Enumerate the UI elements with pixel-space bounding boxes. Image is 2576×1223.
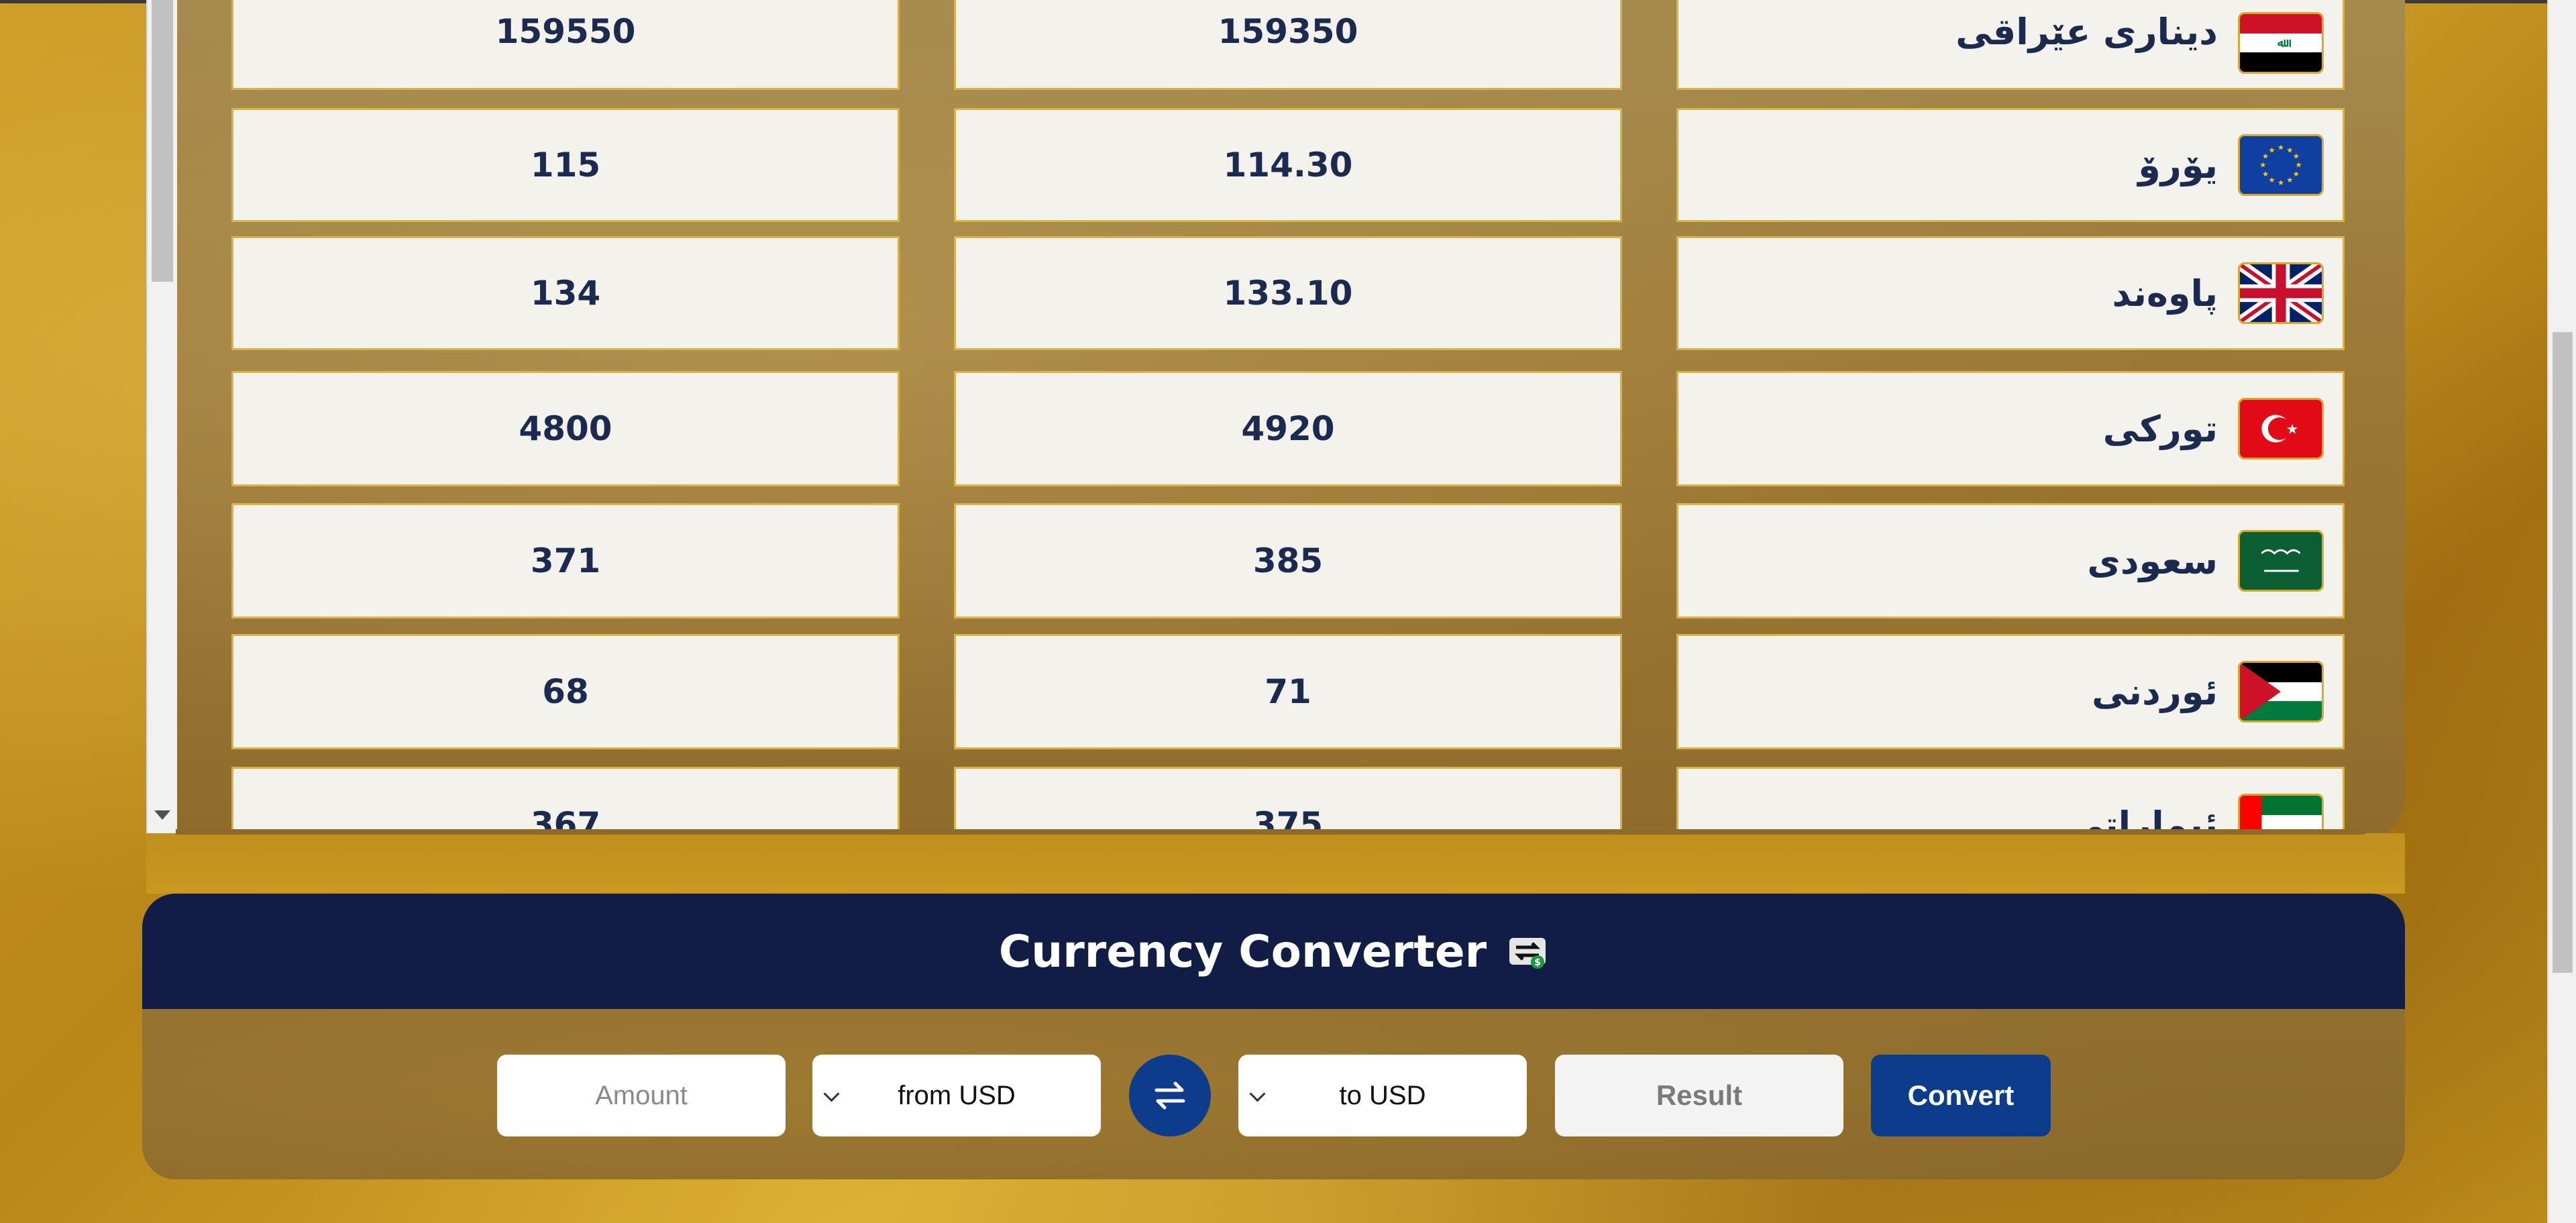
currency-name: سعودی <box>2087 539 2218 582</box>
currency-cell: پاوەند <box>1676 236 2345 350</box>
exchange-icon: $ <box>1507 933 1548 970</box>
currency-name: یۆرۆ <box>2138 144 2218 187</box>
svg-text:★: ★ <box>2293 169 2300 178</box>
currency-cell: ئوردنی <box>1676 634 2345 749</box>
converter-header: Currency Converter $ <box>142 894 2405 1009</box>
currency-cell: سعودی <box>1676 503 2345 619</box>
from-currency-select[interactable]: from USD <box>812 1055 1101 1136</box>
buy-rate-cell: 385 <box>954 503 1622 619</box>
saudi-flag-icon <box>2238 530 2324 592</box>
svg-text:$: $ <box>1534 957 1541 968</box>
turkey-flag-icon: ★ <box>2238 398 2324 460</box>
currency-name: تورکی <box>2102 407 2218 450</box>
svg-text:★: ★ <box>2269 145 2275 154</box>
rates-scrollbar[interactable] <box>146 0 177 833</box>
amount-input[interactable] <box>497 1055 786 1136</box>
to-currency-value: to USD <box>1339 1080 1426 1110</box>
uk-flag-icon <box>2238 262 2324 324</box>
currency-name: ئوردنی <box>2092 670 2218 713</box>
currency-cell: یۆرۆ ★ ★ ★ ★ ★ ★ ★ ★ ★ ★ ★ ★ <box>1676 108 2345 222</box>
iraq-flag-icon: ﷲ <box>2238 12 2324 74</box>
sell-rate-cell: 159550 <box>231 0 900 90</box>
convert-button-label: Convert <box>1907 1079 2015 1111</box>
chevron-down-icon <box>823 1085 840 1102</box>
svg-text:★: ★ <box>2262 169 2269 178</box>
svg-text:★: ★ <box>2269 175 2275 184</box>
svg-text:★: ★ <box>2259 160 2266 170</box>
swap-arrows-icon <box>1155 1081 1185 1110</box>
svg-text:★: ★ <box>2286 175 2293 184</box>
buy-rate-cell: 159350 <box>954 0 1622 90</box>
buy-rate-cell: 4920 <box>954 371 1622 486</box>
chevron-down-icon <box>1249 1085 1266 1102</box>
sell-rate-cell: 4800 <box>231 371 900 486</box>
result-label: Result <box>1656 1079 1743 1111</box>
svg-text:★: ★ <box>2286 421 2299 437</box>
eu-flag-icon: ★ ★ ★ ★ ★ ★ ★ ★ ★ ★ ★ ★ <box>2238 134 2324 196</box>
buy-rate-cell: 114.30 <box>954 108 1622 222</box>
converter-title: Currency Converter <box>998 925 1487 977</box>
sell-rate-cell: 68 <box>231 634 900 749</box>
currency-cell: ديناری عێراقی ﷲ <box>1676 0 2345 90</box>
currency-converter: Currency Converter $ from USD to USD Res… <box>142 894 2405 1179</box>
svg-text:★: ★ <box>2293 152 2300 161</box>
result-field: Result <box>1555 1055 1843 1136</box>
currency-cell: تورکی ★ <box>1676 371 2345 486</box>
page-scrollbar[interactable] <box>2547 0 2576 1223</box>
buy-rate-cell: 133.10 <box>954 236 1622 350</box>
rates-scrollbar-thumb[interactable] <box>152 0 173 282</box>
svg-text:★: ★ <box>2277 143 2284 152</box>
rates-panel-clip <box>146 833 2405 894</box>
buy-rate-cell: 71 <box>954 634 1622 749</box>
swap-button[interactable] <box>1129 1055 1211 1136</box>
from-currency-value: from USD <box>898 1080 1016 1110</box>
svg-text:★: ★ <box>2296 160 2302 170</box>
svg-text:★: ★ <box>2277 178 2284 187</box>
sell-rate-cell: 134 <box>231 236 900 350</box>
currency-name: پاوەند <box>2112 272 2218 315</box>
sell-rate-cell: 371 <box>231 503 900 619</box>
convert-button[interactable]: Convert <box>1871 1055 2051 1136</box>
sell-rate-cell: 115 <box>231 108 900 222</box>
page-scrollbar-thumb[interactable] <box>2553 332 2573 973</box>
scroll-down-arrow-icon[interactable] <box>154 810 170 820</box>
to-currency-select[interactable]: to USD <box>1238 1055 1527 1136</box>
rates-panel-bottom-edge <box>176 829 2368 835</box>
currency-name: ديناری عێراقی <box>1955 10 2218 53</box>
jordan-flag-icon <box>2238 661 2324 723</box>
